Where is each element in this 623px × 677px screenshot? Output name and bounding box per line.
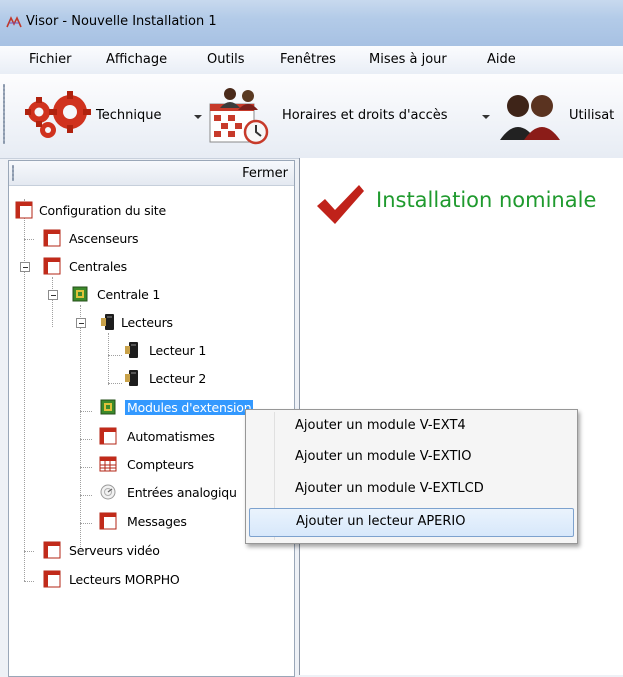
flag-icon	[15, 201, 33, 219]
calendar-users-icon	[209, 88, 269, 145]
panel-header: Fermer	[9, 161, 294, 186]
menu-item-add-aperio-reader[interactable]: Ajouter un lecteur APERIO	[249, 508, 574, 537]
menu-affichage[interactable]: Affichage	[106, 52, 167, 67]
tree-node-centrales[interactable]: Centrales	[43, 257, 243, 277]
toolbar-grip	[3, 84, 5, 144]
tree-label: Lecteurs MORPHO	[69, 572, 180, 587]
window-title: Visor - Nouvelle Installation 1	[26, 14, 217, 29]
menu-fichier[interactable]: Fichier	[29, 52, 72, 67]
close-panel-button[interactable]: Fermer	[242, 166, 288, 181]
tree-label: Centrale 1	[97, 287, 161, 302]
tree-node-lecteur-1[interactable]: Lecteur 1	[123, 341, 283, 361]
gauge-icon	[100, 484, 116, 500]
flag-icon	[43, 257, 61, 275]
menu-item-add-v-extio[interactable]: Ajouter un module V-EXTIO	[249, 445, 572, 470]
tree-node-ascenseurs[interactable]: Ascenseurs	[43, 229, 243, 249]
users-icon	[500, 95, 560, 140]
tree-label: Messages	[127, 514, 187, 529]
utilisateurs-label: Utilisat	[569, 108, 615, 123]
app-logo-icon	[6, 16, 22, 28]
tree-node-configuration-du-site[interactable]: Configuration du site	[15, 201, 275, 221]
installation-status: Installation nominale	[376, 188, 597, 212]
horaires-button[interactable]: Horaires et droits d'accès	[206, 82, 496, 145]
tree-label: Entrées analogiqu	[127, 485, 237, 500]
collapse-centrales-icon[interactable]	[20, 262, 30, 272]
horaires-label: Horaires et droits d'accès	[282, 108, 448, 123]
card-reader-icon	[101, 314, 114, 330]
flag-icon	[43, 570, 61, 588]
menu-item-label: Ajouter un module V-EXT4	[295, 418, 466, 433]
technique-label: Technique	[96, 108, 162, 123]
collapse-lecteurs-icon[interactable]	[76, 318, 86, 328]
tree-node-lecteurs[interactable]: Lecteurs	[99, 313, 299, 333]
tree-label: Modules d'extension	[125, 400, 254, 415]
menu-mises-a-jour[interactable]: Mises à jour	[369, 52, 447, 67]
tree-label: Lecteur 1	[149, 343, 207, 358]
table-grid-icon	[99, 456, 117, 472]
menu-item-label: Ajouter un lecteur APERIO	[296, 514, 466, 529]
tree-label: Ascenseurs	[69, 231, 139, 246]
tree-node-automatismes[interactable]: Automatismes	[99, 427, 259, 447]
flag-icon	[99, 512, 117, 530]
tree-label: Serveurs vidéo	[69, 543, 160, 558]
card-reader-icon	[125, 342, 138, 358]
technique-button[interactable]: Technique	[24, 82, 204, 142]
tree-label: Lecteurs	[121, 315, 173, 330]
panel-grip	[12, 165, 14, 181]
tree-node-messages[interactable]: Messages	[99, 512, 259, 532]
tree-node-lecteurs-morpho[interactable]: Lecteurs MORPHO	[43, 570, 243, 590]
toolbar: Technique Horaires et droits d'accès Uti…	[0, 74, 623, 159]
menu-fenetres[interactable]: Fenêtres	[280, 52, 336, 67]
tree-label: Centrales	[69, 259, 127, 274]
card-reader-icon	[125, 370, 138, 386]
menu-item-label: Ajouter un module V-EXTLCD	[295, 481, 484, 496]
tree-label: Configuration du site	[39, 203, 166, 218]
tree-node-lecteur-2[interactable]: Lecteur 2	[123, 369, 283, 389]
menu-item-add-v-ext4[interactable]: Ajouter un module V-EXT4	[249, 414, 572, 439]
menu-aide[interactable]: Aide	[487, 52, 516, 67]
utilisateurs-button[interactable]: Utilisat	[500, 82, 623, 142]
tree-node-serveurs-video[interactable]: Serveurs vidéo	[43, 541, 243, 561]
collapse-centrale1-icon[interactable]	[48, 290, 58, 300]
tree-node-compteurs[interactable]: Compteurs	[99, 455, 259, 475]
tree-label: Lecteur 2	[149, 371, 207, 386]
technique-dropdown-arrow-icon[interactable]	[194, 115, 202, 119]
context-menu: Ajouter un module V-EXT4 Ajouter un modu…	[245, 409, 578, 544]
menu-outils[interactable]: Outils	[207, 52, 245, 67]
circuit-board-icon	[72, 286, 88, 302]
checkmark-icon	[317, 185, 364, 224]
tree-node-centrale-1[interactable]: Centrale 1	[71, 285, 271, 305]
tree-label: Compteurs	[127, 457, 194, 472]
menu-item-label: Ajouter un module V-EXTIO	[295, 449, 472, 464]
title-bar: Visor - Nouvelle Installation 1	[0, 0, 623, 46]
menu-item-add-v-extlcd[interactable]: Ajouter un module V-EXTLCD	[249, 477, 572, 502]
flag-icon	[43, 541, 61, 559]
flag-icon	[99, 427, 117, 445]
circuit-board-icon	[100, 399, 116, 415]
horaires-dropdown-arrow-icon[interactable]	[482, 115, 490, 119]
tree-label: Automatismes	[127, 429, 215, 444]
menu-bar: Fichier Affichage Outils Fenêtres Mises …	[0, 46, 623, 74]
flag-icon	[43, 229, 61, 247]
gears-icon	[25, 91, 91, 138]
